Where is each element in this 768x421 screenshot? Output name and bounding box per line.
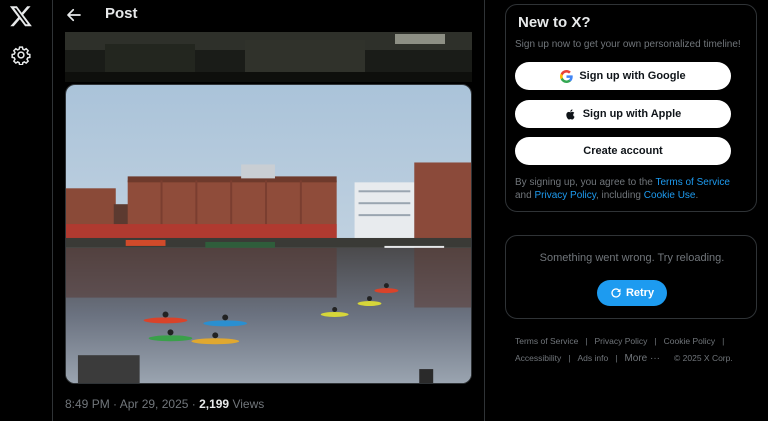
signup-apple-label: Sign up with Apple xyxy=(582,108,682,120)
signup-google-label: Sign up with Google xyxy=(579,70,686,82)
footer-cookie-link[interactable]: Cookie Policy xyxy=(664,333,716,350)
retry-button[interactable]: Retry xyxy=(597,280,667,306)
signup-apple-button[interactable]: Sign up with Apple xyxy=(515,100,731,128)
error-message: Something went wrong. Try reloading. xyxy=(539,252,725,264)
page-title: Post xyxy=(105,5,138,22)
google-icon xyxy=(560,69,574,83)
legal-end: . xyxy=(695,190,699,201)
signup-card: New to X? Sign up now to get your own pe… xyxy=(505,4,757,212)
footer-links: Terms of Service | Privacy Policy | Cookie… xyxy=(515,333,755,367)
footer-more-menu[interactable]: More ··· xyxy=(624,350,660,367)
signup-google-button[interactable]: Sign up with Google xyxy=(515,62,731,90)
footer-accessibility-link[interactable]: Accessibility xyxy=(515,350,561,367)
legal-prefix: By signing up, you agree to the xyxy=(515,177,656,188)
x-logo-icon[interactable] xyxy=(9,4,33,28)
signup-legal-text: By signing up, you agree to the Terms of… xyxy=(515,176,745,202)
post-column: Post 8:49 PM · Apr 29, 2025 · 2,199 View… xyxy=(53,0,485,421)
post-metadata: 8:49 PM · Apr 29, 2025 · 2,199 Views xyxy=(65,397,264,411)
footer-privacy-link[interactable]: Privacy Policy xyxy=(595,333,648,350)
footer-terms-link[interactable]: Terms of Service xyxy=(515,333,578,350)
footer-ads-link[interactable]: Ads info xyxy=(578,350,609,367)
signup-title: New to X? xyxy=(518,14,591,31)
footer-separator: | xyxy=(722,336,725,346)
previous-media-image[interactable] xyxy=(65,32,472,82)
arrow-left-icon[interactable] xyxy=(65,6,83,24)
views-count: 2,199 xyxy=(199,397,230,411)
footer-separator: | xyxy=(585,336,588,346)
footer-copyright: © 2025 X Corp. xyxy=(674,353,733,363)
footer-separator: | xyxy=(568,353,571,363)
create-account-label: Create account xyxy=(583,145,663,157)
right-sidebar: New to X? Sign up now to get your own pe… xyxy=(484,0,768,421)
refresh-icon xyxy=(611,288,621,298)
legal-including: , including xyxy=(595,190,644,201)
gear-icon[interactable] xyxy=(11,45,31,65)
legal-and: and xyxy=(515,190,535,201)
views-label: Views xyxy=(229,397,265,411)
apple-icon xyxy=(566,108,575,119)
post-photo[interactable] xyxy=(65,84,472,384)
footer-separator: | xyxy=(615,353,618,363)
privacy-policy-link[interactable]: Privacy Policy xyxy=(534,190,596,201)
signup-subtitle: Sign up now to get your own personalized… xyxy=(515,39,741,50)
error-card: Something went wrong. Try reloading. Ret… xyxy=(505,235,757,319)
post-timestamp[interactable]: 8:49 PM · Apr 29, 2025 · xyxy=(65,397,199,411)
footer-separator: | xyxy=(654,336,657,346)
retry-label: Retry xyxy=(625,287,655,299)
cookie-use-link[interactable]: Cookie Use xyxy=(644,190,696,201)
post-header: Post xyxy=(53,0,484,32)
create-account-button[interactable]: Create account xyxy=(515,137,731,165)
left-nav-rail xyxy=(0,0,53,421)
terms-of-service-link[interactable]: Terms of Service xyxy=(655,177,729,188)
